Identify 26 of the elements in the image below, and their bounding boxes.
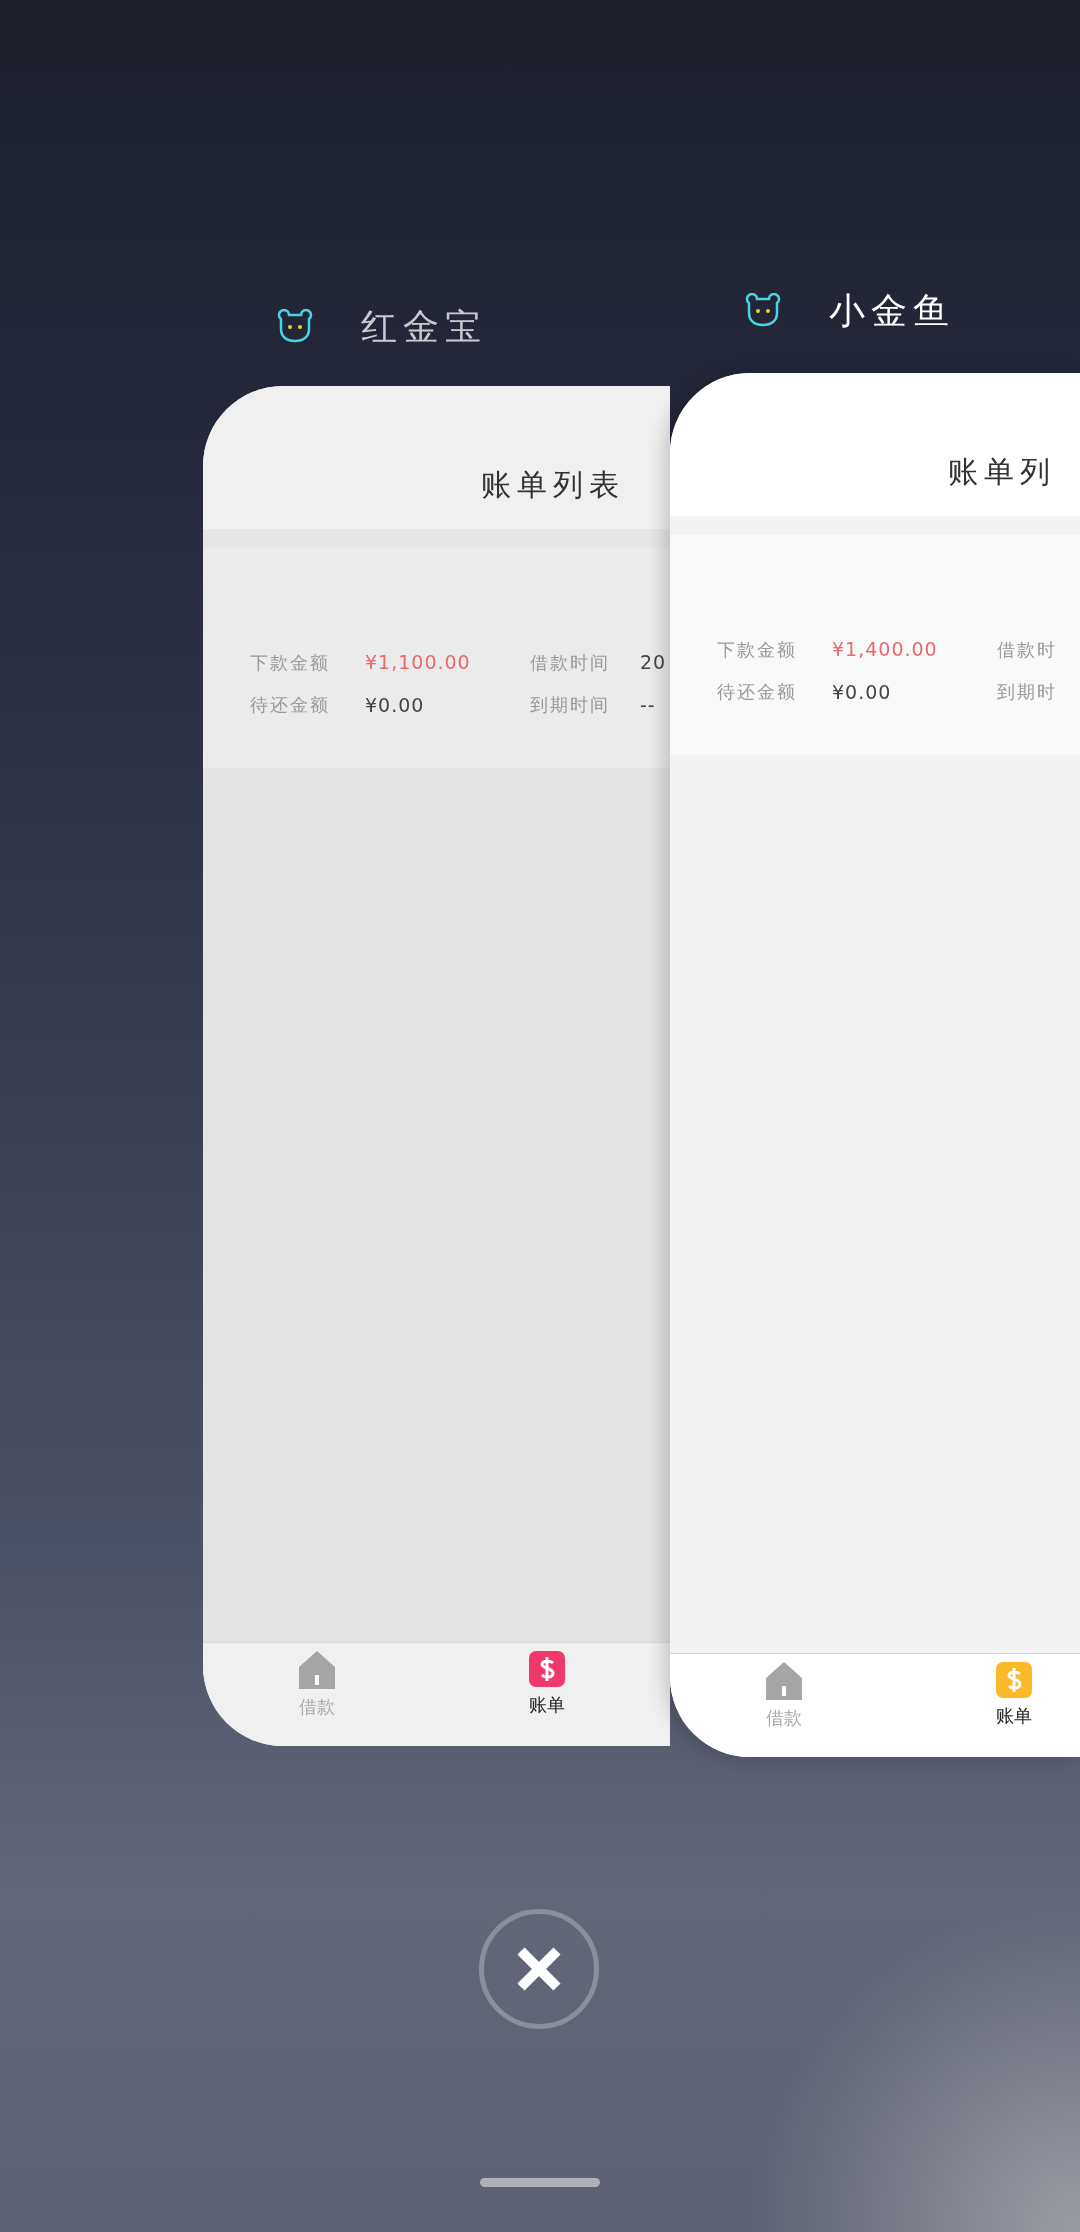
close-icon: [516, 1946, 562, 1992]
app-name: 小金鱼: [829, 289, 955, 333]
screen-title: 账单列表: [481, 466, 625, 504]
field-label: 下款金额: [717, 637, 797, 662]
screen-title: 账单列: [948, 453, 1056, 491]
tab[interactable]: 账单: [898, 1654, 1080, 1757]
app-name: 红金宝: [361, 305, 487, 349]
house-icon: [766, 1662, 802, 1700]
field-label: 到期时间: [530, 693, 610, 718]
field-value: --: [640, 692, 656, 718]
field-label: 待还金额: [717, 680, 797, 705]
field-label: 下款金额: [250, 650, 330, 675]
field-value: ¥0.00: [832, 679, 892, 705]
field-value: ¥1,400.00: [832, 637, 938, 662]
field-label: 待还金额: [250, 693, 330, 718]
field-value: ¥1,100.00: [365, 650, 471, 675]
house-icon: [299, 1651, 335, 1689]
field-label: 到期时: [997, 680, 1057, 705]
field-label: 借款时: [997, 637, 1057, 662]
tab[interactable]: 账单: [431, 1643, 663, 1746]
field-value: 20: [640, 650, 667, 675]
field-label: 借款时间: [530, 650, 610, 675]
app-card[interactable]: 账单列 下款金额 ¥1,400.00 借款时 待还金额 ¥0.00 到期时 借款 账单: [670, 373, 1080, 1757]
close-button[interactable]: [479, 1909, 599, 2029]
field-value: ¥0.00: [365, 692, 425, 718]
app-card[interactable]: 账单列表 下款金额 ¥1,100.00 借款时间 20 待还金额 ¥0.00 到期时间 -- 借款 账单: [203, 386, 670, 1746]
